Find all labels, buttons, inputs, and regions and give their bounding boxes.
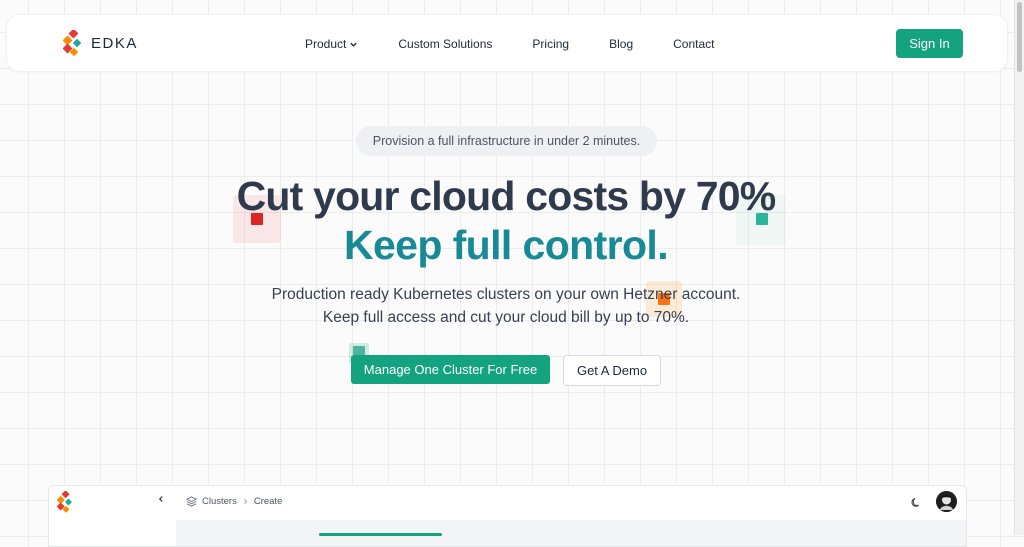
- sidebar-collapse-button[interactable]: [157, 492, 165, 506]
- chevron-down-icon: [350, 42, 358, 47]
- main-nav: Product Custom Solutions Pricing Blog Co…: [305, 37, 714, 51]
- brand-logo[interactable]: EDKA: [63, 30, 138, 56]
- nav-product-label: Product: [305, 37, 347, 51]
- page-scrollbar[interactable]: [1014, 0, 1024, 535]
- breadcrumb: Clusters Create: [186, 496, 282, 507]
- manage-cluster-free-button[interactable]: Manage One Cluster For Free: [351, 355, 550, 384]
- nav-contact[interactable]: Contact: [673, 37, 714, 51]
- user-avatar-icon: [936, 491, 957, 512]
- chevron-right-icon: [243, 499, 248, 504]
- nav-blog[interactable]: Blog: [609, 37, 633, 51]
- edka-logo-icon: [63, 30, 82, 56]
- dashboard-preview: Clusters Create: [48, 485, 967, 547]
- layers-icon: [186, 496, 197, 507]
- edka-logo-icon: [56, 490, 72, 513]
- hero-pill-badge: Provision a full infrastructure in under…: [356, 126, 657, 156]
- hero-headline-accent: Keep full control.: [343, 222, 669, 268]
- chevron-left-icon: [158, 496, 163, 502]
- preview-logo[interactable]: [56, 490, 75, 518]
- nav-product[interactable]: Product: [305, 37, 358, 51]
- hero-subtitle-line-2: Keep full access and cut your cloud bill…: [322, 309, 690, 326]
- top-navbar: EDKA Product Custom Solutions Pricing Bl…: [6, 14, 1008, 72]
- nav-custom-solutions[interactable]: Custom Solutions: [398, 37, 492, 51]
- scrollbar-thumb[interactable]: [1017, 2, 1022, 72]
- avatar[interactable]: [936, 491, 957, 512]
- breadcrumb-clusters[interactable]: Clusters: [202, 496, 237, 507]
- get-demo-button[interactable]: Get A Demo: [563, 355, 661, 386]
- sign-in-button[interactable]: Sign In: [896, 29, 963, 58]
- preview-main-area: [176, 520, 966, 546]
- moon-icon: [911, 497, 920, 507]
- hero-headline: Cut your cloud costs by 70%: [236, 173, 777, 219]
- nav-pricing[interactable]: Pricing: [532, 37, 569, 51]
- theme-toggle-button[interactable]: [911, 495, 922, 513]
- hero-subtitle-line-1: Production ready Kubernetes clusters on …: [271, 286, 741, 303]
- brand-name: EDKA: [91, 34, 138, 52]
- breadcrumb-create: Create: [253, 496, 283, 507]
